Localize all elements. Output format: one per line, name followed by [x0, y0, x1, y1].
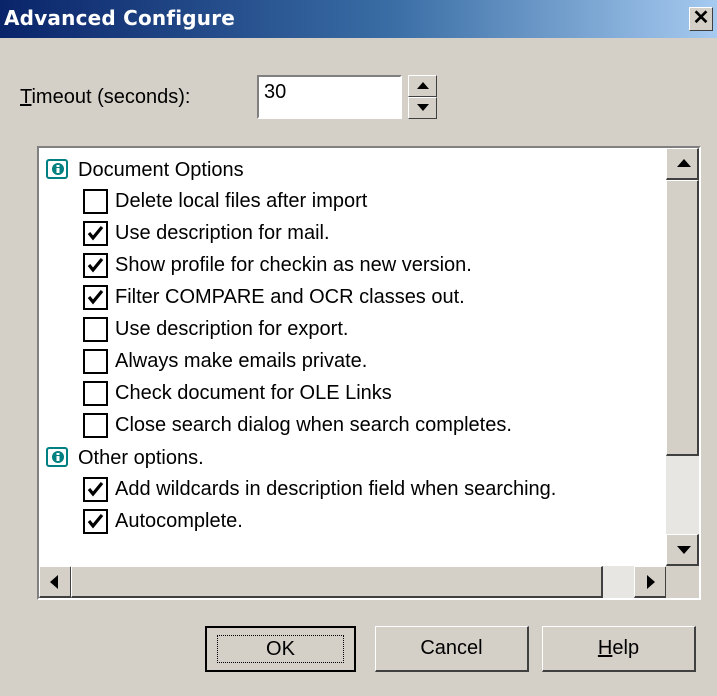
scroll-down-button[interactable]: [666, 534, 699, 566]
ok-button[interactable]: OK: [205, 626, 356, 672]
option-checkbox[interactable]: [83, 509, 108, 534]
option-checkbox[interactable]: [83, 381, 108, 406]
option-checkbox[interactable]: [83, 285, 108, 310]
option-label: Use description for mail.: [115, 222, 330, 244]
cancel-button[interactable]: Cancel: [375, 626, 529, 672]
horizontal-scroll-thumb[interactable]: [71, 566, 603, 598]
option-label: Always make emails private.: [115, 350, 368, 372]
option-label: Delete local files after import: [115, 190, 368, 212]
timeout-label: Timeout (seconds):: [20, 86, 190, 109]
scrollbar-corner: [666, 566, 699, 598]
option-label: Add wildcards in description field when …: [115, 478, 557, 500]
close-icon: ✕: [692, 7, 710, 29]
checkmark-icon: [87, 225, 104, 241]
options-group-icon: [46, 159, 68, 179]
option-checkbox[interactable]: [83, 413, 108, 438]
tree-group-label: Document Options: [78, 159, 244, 181]
arrow-right-icon: [647, 575, 655, 589]
spin-down-button[interactable]: [408, 97, 437, 119]
timeout-label-text: imeout (seconds):: [31, 86, 191, 108]
spin-up-button[interactable]: [408, 75, 437, 97]
checkmark-icon: [87, 481, 104, 497]
help-button[interactable]: Help: [542, 626, 696, 672]
scroll-right-button[interactable]: [634, 566, 667, 598]
option-checkbox[interactable]: [83, 349, 108, 374]
scroll-up-button[interactable]: [666, 148, 699, 180]
timeout-spinner[interactable]: [408, 75, 437, 119]
cancel-label: Cancel: [420, 637, 483, 659]
option-checkbox[interactable]: [83, 477, 108, 502]
option-checkbox[interactable]: [83, 221, 108, 246]
timeout-input[interactable]: 30: [257, 75, 402, 119]
timeout-label-mnemonic: T: [20, 86, 32, 108]
checkmark-icon: [87, 289, 104, 305]
option-label: Use description for export.: [115, 318, 349, 340]
help-label-mnemonic: H: [597, 637, 613, 659]
close-button[interactable]: ✕: [689, 7, 713, 31]
option-label: Show profile for checkin as new version.: [115, 254, 472, 276]
window-title: Advanced Configure: [4, 6, 236, 30]
vertical-scrollbar[interactable]: [666, 148, 699, 566]
arrow-left-icon: [50, 575, 58, 589]
tree-group-label: Other options.: [78, 447, 204, 469]
arrow-down-icon: [677, 546, 691, 554]
ok-label: OK: [266, 638, 295, 660]
option-label: Autocomplete.: [115, 510, 243, 532]
arrow-up-icon: [417, 82, 429, 89]
checkmark-icon: [87, 513, 104, 529]
option-label: Check document for OLE Links: [115, 382, 392, 404]
scroll-left-button[interactable]: [39, 566, 72, 598]
options-tree[interactable]: Document Options Delete local files after…: [37, 146, 701, 600]
vertical-scroll-thumb[interactable]: [666, 180, 699, 456]
help-label-text: elp: [612, 637, 640, 659]
checkmark-icon: [87, 257, 104, 273]
arrow-up-icon: [677, 159, 691, 167]
arrow-down-icon: [417, 104, 429, 111]
option-checkbox[interactable]: [83, 253, 108, 278]
option-checkbox[interactable]: [83, 189, 108, 214]
option-checkbox[interactable]: [83, 317, 108, 342]
options-group-icon: [46, 447, 68, 467]
option-label: Close search dialog when search complete…: [115, 414, 512, 436]
horizontal-scrollbar[interactable]: [39, 566, 667, 598]
option-label: Filter COMPARE and OCR classes out.: [115, 286, 465, 308]
title-bar: Advanced Configure ✕: [0, 0, 717, 38]
